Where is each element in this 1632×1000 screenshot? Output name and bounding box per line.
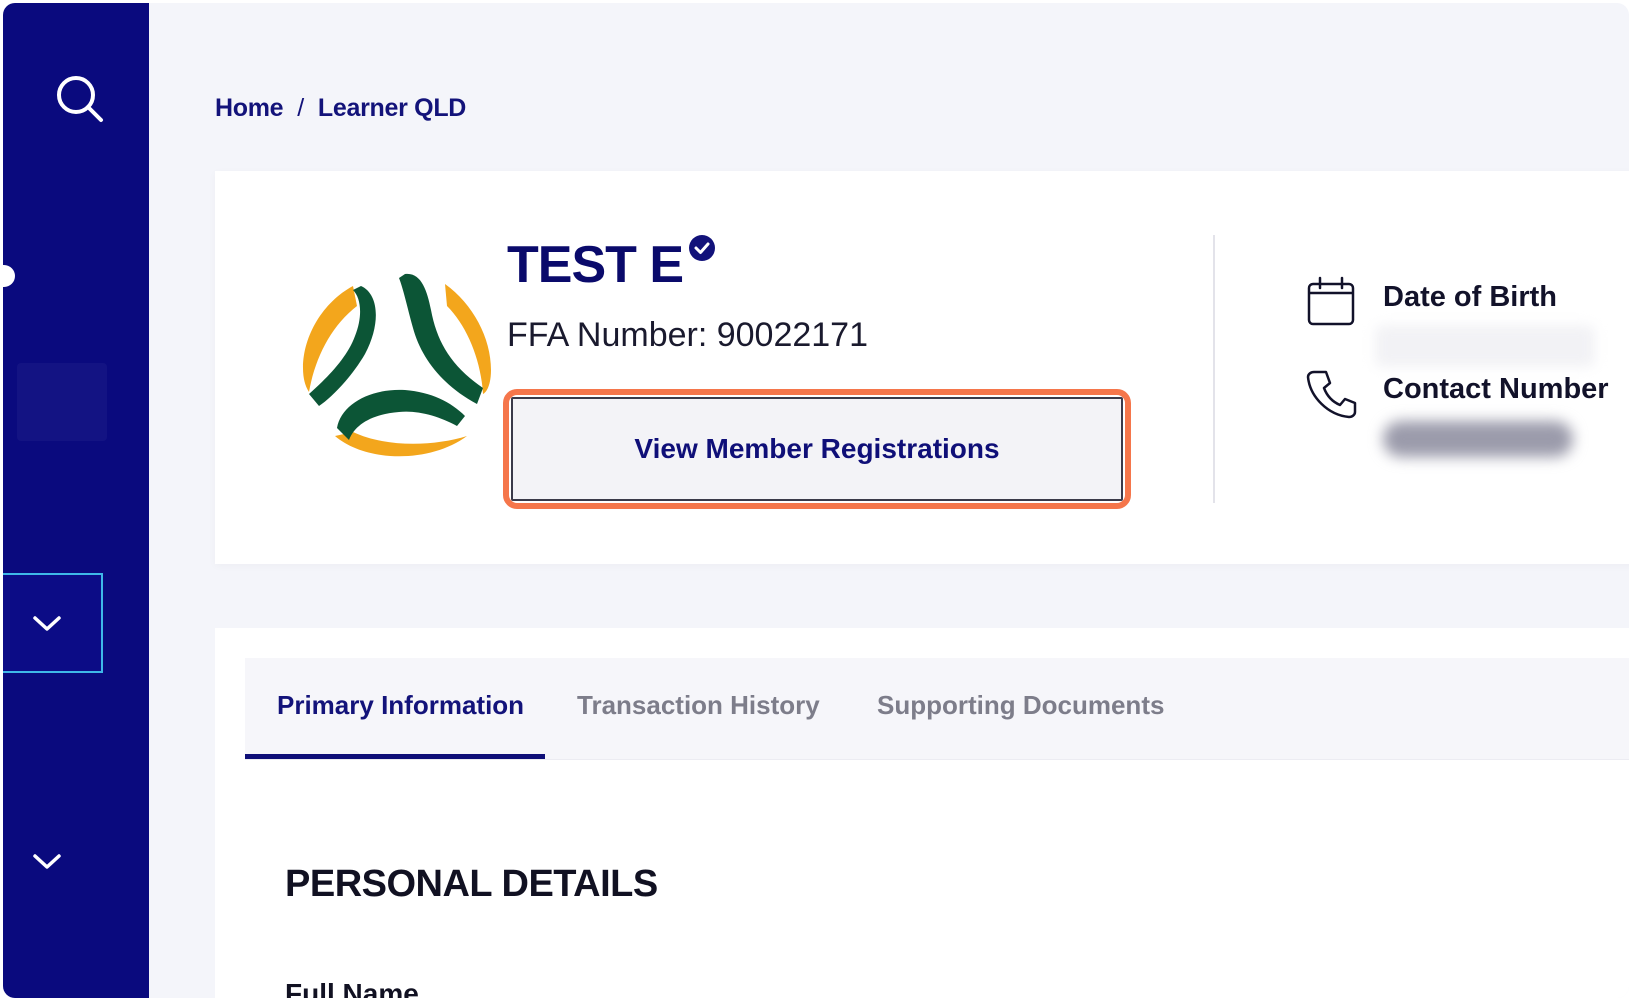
app-window: Home / Learner QLD TEST E FFA Number: 9002…: [3, 3, 1629, 998]
breadcrumb-home-link[interactable]: Home: [215, 94, 284, 122]
breadcrumb: Home / Learner QLD: [215, 94, 466, 123]
contact-number-value-redacted: [1383, 421, 1573, 457]
chevron-down-icon[interactable]: [31, 849, 63, 873]
date-of-birth-label: Date of Birth: [1383, 281, 1557, 313]
breadcrumb-current[interactable]: Learner QLD: [318, 94, 466, 122]
verified-badge-icon: [689, 235, 715, 261]
search-icon[interactable]: [54, 73, 106, 125]
date-of-birth-value-redacted: [1375, 325, 1595, 367]
sidebar-item[interactable]: [17, 363, 107, 441]
active-tab-indicator: [245, 754, 545, 759]
profile-card: TEST E FFA Number: 90022171 View Member …: [215, 171, 1629, 564]
sidebar-indicator-dot: [3, 265, 15, 287]
calendar-icon: [1307, 276, 1355, 326]
ffa-number: FFA Number: 90022171: [507, 316, 869, 354]
view-member-registrations-button[interactable]: View Member Registrations: [511, 397, 1123, 501]
divider: [1213, 235, 1215, 503]
sidebar: [3, 3, 149, 998]
tab-transaction-history[interactable]: Transaction History: [577, 690, 820, 721]
full-name-label: Full Name: [285, 978, 419, 998]
contact-number-label: Contact Number: [1383, 373, 1609, 405]
sidebar-dropdown-active[interactable]: [3, 573, 103, 673]
section-title-personal-details: PERSONAL DETAILS: [285, 863, 658, 905]
breadcrumb-separator: /: [297, 94, 304, 122]
football-australia-logo: [303, 273, 491, 457]
tab-bar: Primary Information Transaction History …: [245, 658, 1629, 760]
phone-icon: [1306, 370, 1357, 419]
member-name: TEST E: [507, 236, 684, 294]
chevron-down-icon: [33, 616, 61, 631]
tab-supporting-documents[interactable]: Supporting Documents: [877, 690, 1164, 721]
tab-primary-information[interactable]: Primary Information: [277, 690, 524, 721]
member-details-card: Primary Information Transaction History …: [215, 628, 1629, 998]
